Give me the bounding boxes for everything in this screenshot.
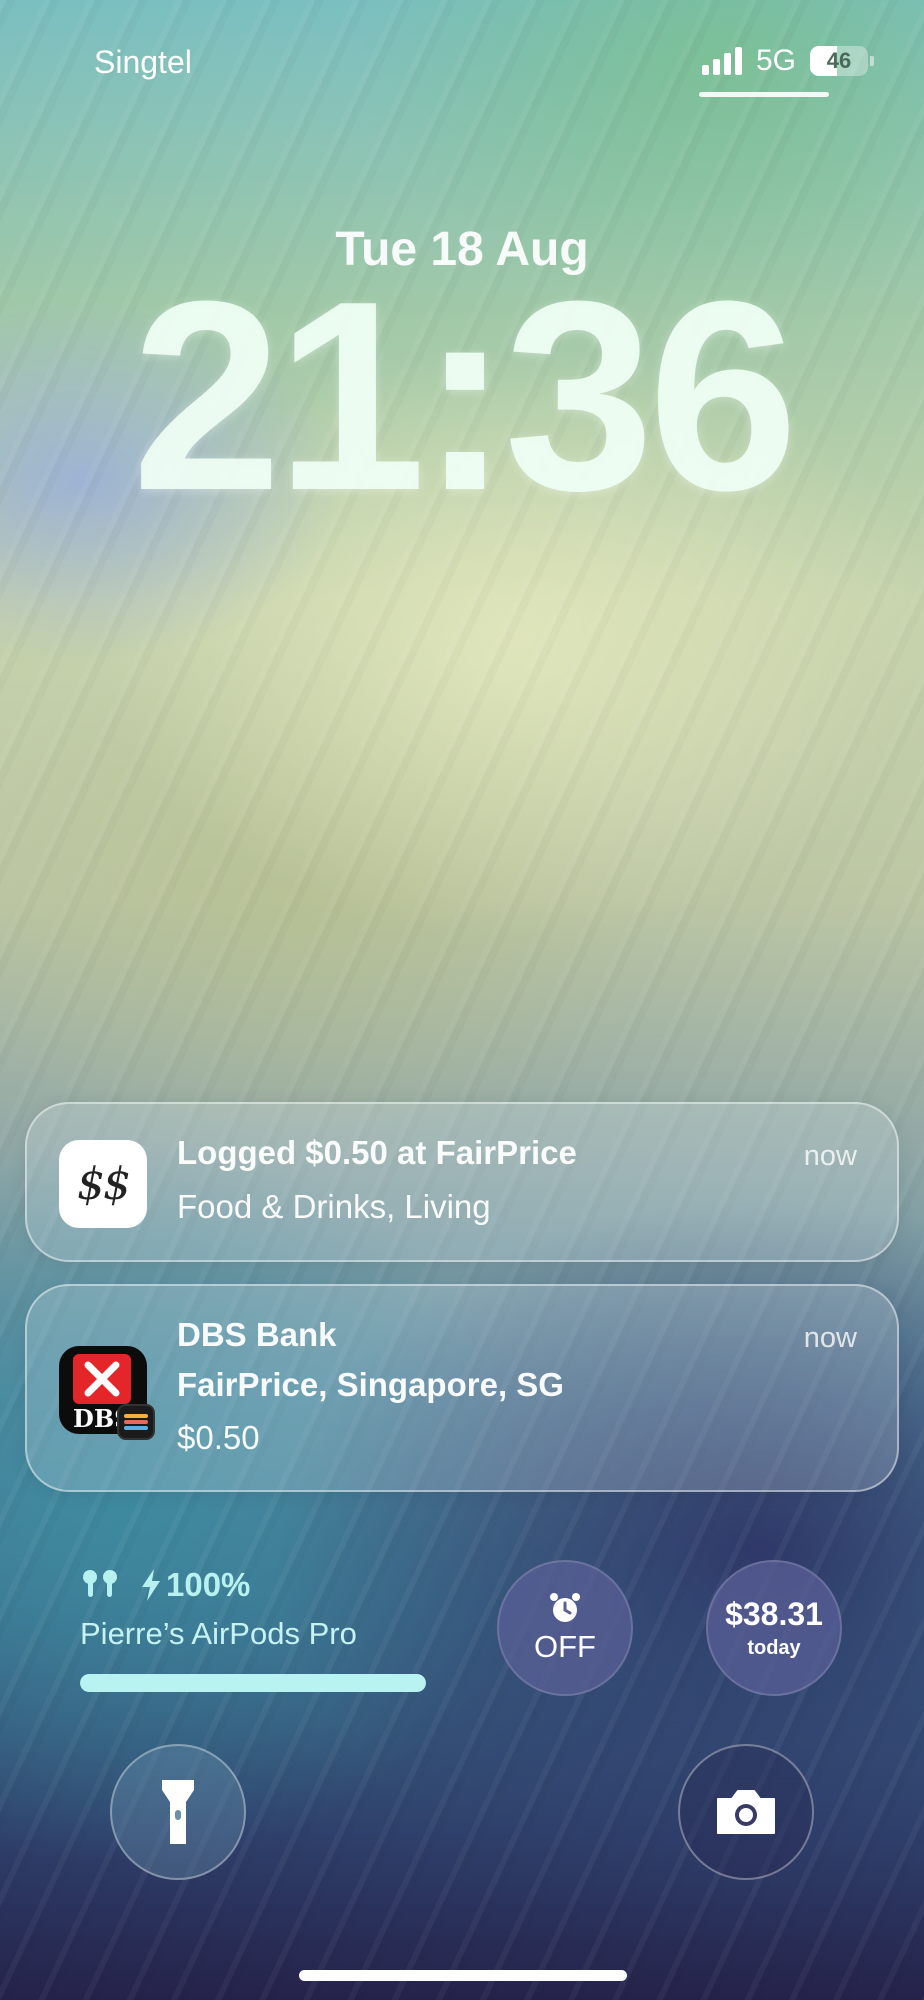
spending-widget[interactable]: $38.31 today bbox=[706, 1560, 842, 1696]
notification-body-amount: $0.50 bbox=[177, 1419, 260, 1456]
notification-time: now bbox=[803, 1140, 857, 1172]
notification-body-merchant: FairPrice, Singapore, SG bbox=[177, 1366, 564, 1403]
airpods-device-name: Pierre’s AirPods Pro bbox=[80, 1616, 357, 1651]
signal-strength-icon bbox=[701, 47, 742, 75]
network-type: 5G bbox=[755, 44, 796, 77]
camera-icon bbox=[717, 1790, 775, 1834]
battery-level: 46 bbox=[826, 48, 852, 73]
control-center-indicator[interactable] bbox=[699, 92, 829, 97]
airpods-icon bbox=[83, 1570, 117, 1597]
dbs-bank-icon: DBS bbox=[59, 1346, 155, 1440]
dollar-sign-app-icon: $$ bbox=[59, 1140, 147, 1228]
notification-card[interactable]: DBS DBS Bank FairPrice, Singapore, SG $0… bbox=[25, 1284, 899, 1492]
charging-bolt-icon bbox=[142, 1569, 160, 1601]
lock-time: 21:36 bbox=[131, 246, 799, 547]
notification-body: Food & Drinks, Living bbox=[177, 1188, 491, 1225]
flashlight-icon bbox=[162, 1780, 194, 1844]
alarm-status: OFF bbox=[534, 1629, 596, 1664]
alarm-clock-icon bbox=[550, 1593, 580, 1622]
home-indicator[interactable] bbox=[299, 1970, 627, 1981]
wallet-badge-icon bbox=[117, 1404, 155, 1440]
carrier-name: Singtel bbox=[94, 44, 192, 80]
notification-time: now bbox=[803, 1322, 857, 1354]
alarm-widget[interactable]: OFF bbox=[497, 1560, 633, 1696]
airpods-battery-widget[interactable]: 100% Pierre’s AirPods Pro bbox=[80, 1566, 430, 1692]
status-indicators: 5G 46 bbox=[701, 44, 874, 78]
airpods-battery-fill bbox=[80, 1674, 426, 1692]
flashlight-button[interactable] bbox=[110, 1744, 246, 1880]
spending-amount: $38.31 bbox=[725, 1596, 823, 1632]
battery-icon: 46 bbox=[810, 46, 874, 76]
notification-title: DBS Bank bbox=[177, 1316, 337, 1353]
dbs-logo-icon bbox=[73, 1354, 131, 1404]
airpods-battery-percent: 100% bbox=[166, 1566, 251, 1603]
spending-period: today bbox=[747, 1637, 801, 1659]
app-icon-glyph: $$ bbox=[77, 1158, 131, 1210]
camera-button[interactable] bbox=[678, 1744, 814, 1880]
notification-card[interactable]: $$ Logged $0.50 at FairPrice Food & Drin… bbox=[25, 1102, 899, 1262]
airpods-battery-bar bbox=[80, 1674, 426, 1692]
notification-title: Logged $0.50 at FairPrice bbox=[177, 1134, 577, 1171]
